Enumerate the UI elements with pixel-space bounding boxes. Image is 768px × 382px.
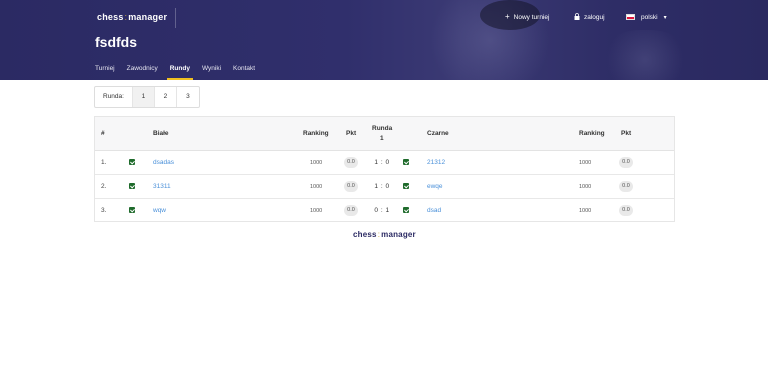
row-number: 3. — [101, 207, 107, 214]
white-ranking: 1000 — [310, 184, 323, 190]
tab-zawodnicy[interactable]: Zawodnicy — [127, 65, 158, 80]
white-ranking: 1000 — [310, 160, 323, 166]
table-row: 1. dsadas 1000 0.0 1 : 0 21312 1000 0.0 — [95, 151, 674, 175]
header-black-ranking: Ranking — [579, 130, 605, 137]
header-white-ranking: Ranking — [303, 130, 329, 137]
round-score: 0 : 1 — [374, 207, 390, 214]
logo-text-right: manager — [128, 12, 168, 22]
tab-rundy[interactable]: Rundy — [166, 65, 194, 80]
round-score: 1 : 0 — [374, 183, 390, 190]
tab-wyniki[interactable]: Wyniki — [202, 65, 221, 80]
language-selector[interactable]: polski ▾ — [626, 12, 667, 22]
black-player-link[interactable]: ewqe — [427, 183, 443, 190]
header-banner: chess:manager + Nowy turniej zaloguj pol… — [0, 0, 768, 80]
black-ranking: 1000 — [579, 184, 592, 190]
plus-icon: + — [505, 12, 510, 21]
lock-icon — [574, 12, 580, 22]
white-player-link[interactable]: dsadas — [153, 159, 174, 166]
footer-logo-text-right: manager — [381, 230, 416, 239]
background-image-glow — [600, 30, 690, 80]
check-icon — [403, 183, 409, 189]
language-label: polski — [641, 13, 658, 21]
header-round-number: 1 — [380, 135, 384, 142]
check-icon — [129, 159, 135, 165]
logo-divider — [175, 8, 176, 28]
header-black-pkt: Pkt — [621, 130, 632, 137]
footer-logo-text-left: chess — [353, 230, 377, 239]
check-icon — [403, 207, 409, 213]
tab-turniej[interactable]: Turniej — [95, 65, 115, 80]
round-button-3[interactable]: 3 — [177, 87, 199, 107]
new-tournament-link[interactable]: + Nowy turniej — [505, 12, 549, 22]
check-icon — [403, 159, 409, 165]
tab-kontakt[interactable]: Kontakt — [233, 65, 255, 80]
footer-logo[interactable]: chess:manager — [353, 230, 416, 239]
login-label: zaloguj — [584, 13, 605, 21]
black-ranking: 1000 — [579, 160, 592, 166]
row-number: 2. — [101, 183, 107, 190]
row-number: 1. — [101, 159, 107, 166]
logo[interactable]: chess:manager — [97, 12, 167, 22]
check-icon — [129, 183, 135, 189]
round-selector-label: Runda: — [95, 87, 133, 107]
header-number: # — [101, 130, 105, 137]
caret-down-icon: ▾ — [663, 14, 667, 21]
header-round: Runda — [372, 125, 393, 132]
header-black: Czarne — [427, 130, 449, 137]
round-score: 1 : 0 — [374, 159, 390, 166]
header-white-pkt: Pkt — [346, 130, 357, 137]
round-button-1[interactable]: 1 — [132, 87, 155, 107]
black-points-badge: 0.0 — [619, 205, 633, 216]
round-button-2[interactable]: 2 — [155, 87, 177, 107]
black-ranking: 1000 — [579, 208, 592, 214]
login-link[interactable]: zaloguj — [574, 12, 605, 22]
round-selector: Runda: 1 2 3 — [94, 86, 200, 108]
new-tournament-label: Nowy turniej — [513, 13, 550, 21]
table-header: # Białe Ranking Pkt Runda 1 Czarne Ranki… — [95, 117, 674, 151]
black-player-link[interactable]: dsad — [427, 207, 441, 214]
check-icon — [129, 207, 135, 213]
white-ranking: 1000 — [310, 208, 323, 214]
page-title: fsdfds — [95, 34, 137, 50]
white-player-link[interactable]: wqw — [153, 207, 166, 214]
logo-text-left: chess — [97, 12, 124, 22]
pairings-table: # Białe Ranking Pkt Runda 1 Czarne Ranki… — [94, 116, 675, 222]
poland-flag-icon — [626, 14, 635, 20]
black-player-link[interactable]: 21312 — [427, 159, 445, 166]
tabs-nav: Turniej Zawodnicy Rundy Wyniki Kontakt — [95, 65, 267, 80]
black-points-badge: 0.0 — [619, 181, 633, 192]
table-row: 3. wqw 1000 0.0 0 : 1 dsad 1000 0.0 — [95, 199, 674, 223]
header-white: Białe — [153, 130, 169, 137]
black-points-badge: 0.0 — [619, 157, 633, 168]
white-points-badge: 0.0 — [344, 157, 358, 168]
white-points-badge: 0.0 — [344, 181, 358, 192]
table-row: 2. 31311 1000 0.0 1 : 0 ewqe 1000 0.0 — [95, 175, 674, 199]
white-points-badge: 0.0 — [344, 205, 358, 216]
white-player-link[interactable]: 31311 — [153, 183, 171, 190]
